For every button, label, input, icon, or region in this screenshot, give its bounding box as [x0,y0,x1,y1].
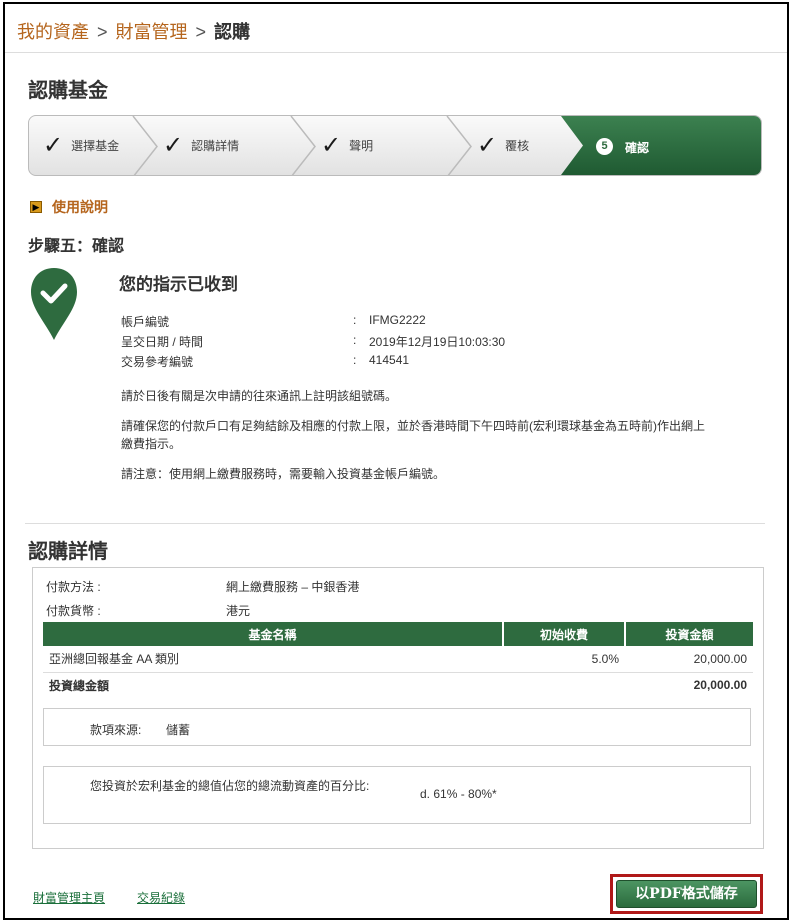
step-declaration: ✓ 聲明 [321,116,373,175]
step-label: 選擇基金 [71,139,120,153]
info-value: 414541 [369,353,410,367]
transaction-history-link[interactable]: 交易紀錄 [137,889,185,906]
chevron-right-icon [446,116,472,175]
step-heading: 步驟五：確認 [28,238,125,255]
step-review: ✓ 覆核 [477,116,529,175]
breadcrumb: 我的資產 > 財富管理 > 認購 [17,18,250,44]
fund-name-cell: 亞洲總回報基金 AA 類別 [43,646,503,673]
payment-method: 付款方法 : 網上繳費服務 – 中銀香港 [46,578,359,595]
info-row-reference: 交易參考編號 : 414541 [121,353,621,373]
step-number: 5 [596,138,613,155]
info-value: 2019年12月19日10:03:30 [369,335,506,349]
payment-currency-label: 付款貨幣 : [46,604,101,618]
note-text: 請於日後有關是次申請的往來通訊上註明該組號碼。 [121,389,398,403]
info-colon: : [353,333,357,347]
step-label: 認購詳情 [191,139,240,153]
arrow-right-icon: ▶ [30,201,42,213]
step-label: 聲明 [349,139,374,153]
total-row: 投資總金額 20,000.00 [43,672,753,698]
step-subscription-details: ✓ 認購詳情 [163,116,239,175]
info-value: IFMG2222 [369,313,426,327]
note-text: 請確保您的付款戶口有足夠結餘及相應的付款上限，並於香港時間下午四時前(宏利環球基… [121,419,705,451]
page-title: 認購基金 [28,80,108,102]
payment-method-label: 付款方法 : [46,580,101,594]
ratio-value: d. 61% - 80%* [420,787,497,801]
page-frame: 我的資產 > 財富管理 > 認購 認購基金 ✓ 選擇基金 ✓ 認購詳情 ✓ 聲明 ✓ 覆… [3,2,789,920]
table-header-row: 基金名稱 初始收費 投資金額 [43,622,753,646]
chevron-right-icon [132,116,158,175]
column-header-fund-name: 基金名稱 [43,622,504,646]
payment-currency: 付款貨幣 : 港元 [46,602,250,619]
fund-table: 基金名稱 初始收費 投資金額 亞洲總回報基金 AA 類別 5.0% 20,000… [43,622,753,698]
chevron-right-icon [290,116,316,175]
step-label: 確認 [625,141,650,155]
step-label: 覆核 [505,139,530,153]
info-key: 交易參考編號 [121,355,194,369]
asset-ratio-box: 您投資於宏利基金的總值佔您的總流動資產的百分比: d. 61% - 80%* [43,766,751,824]
pdf-button-highlight: 以PDF格式儲存 [610,874,763,914]
source-label: 款項來源: [90,723,142,737]
checkmark-icon: ✓ [321,132,342,159]
checkmark-icon: ✓ [43,132,64,159]
breadcrumb-my-assets[interactable]: 我的資產 [17,22,89,42]
save-as-pdf-button[interactable]: 以PDF格式儲存 [616,880,757,908]
step-confirm-active: 5 確認 [561,116,761,175]
column-header-initial-fee: 初始收費 [503,622,626,646]
column-header-amount: 投資金額 [625,622,753,646]
amount-cell: 20,000.00 [625,646,753,673]
source-of-funds-box: 款項來源: 儲蓄 [43,708,751,746]
step-select-fund: ✓ 選擇基金 [43,116,119,175]
notes: 請於日後有關是次申請的往來通訊上註明該組號碼。 請確保您的付款戶口有足夠結餘及相… [121,387,711,495]
help-label: 使用說明 [52,199,108,215]
breadcrumb-separator: > [195,22,207,42]
total-label: 投資總金額 [49,678,110,693]
info-key: 呈交日期 / 時間 [121,335,204,349]
breadcrumb-current: 認購 [214,22,251,42]
info-colon: : [353,313,357,327]
progress-steps: ✓ 選擇基金 ✓ 認購詳情 ✓ 聲明 ✓ 覆核 5 確認 [28,115,762,176]
divider [5,52,787,53]
source-value: 儲蓄 [166,723,191,737]
subscription-details-panel: 付款方法 : 網上繳費服務 – 中銀香港 付款貨幣 : 港元 基金名稱 初始收費… [32,567,764,849]
info-key: 帳戶編號 [121,315,170,329]
payment-method-value: 網上繳費服務 – 中銀香港 [226,580,360,594]
breadcrumb-separator: > [97,22,108,42]
info-colon: : [353,353,357,367]
ratio-label: 您投資於宏利基金的總值佔您的總流動資產的百分比: [90,779,370,793]
confirmation-info: 帳戶編號 : IFMG2222 呈交日期 / 時間 : 2019年12月19日1… [121,313,621,373]
payment-currency-value: 港元 [226,604,251,618]
checkmark-icon: ✓ [163,132,184,159]
divider [25,523,765,524]
initial-fee-cell: 5.0% [503,646,625,673]
empty-cell [503,672,625,698]
section-title: 認購詳情 [28,541,108,563]
breadcrumb-wealth-management[interactable]: 財富管理 [116,22,188,42]
info-row-account: 帳戶編號 : IFMG2222 [121,313,621,333]
received-title: 您的指示已收到 [119,275,238,294]
note-text: 請注意：使用網上繳費服務時，需要輸入投資基金帳戶編號。 [121,467,446,481]
table-row: 亞洲總回報基金 AA 類別 5.0% 20,000.00 [43,646,753,673]
help-link[interactable]: ▶ 使用說明 [30,197,108,217]
info-row-datetime: 呈交日期 / 時間 : 2019年12月19日10:03:30 [121,333,621,353]
wealth-home-link[interactable]: 財富管理主頁 [33,889,105,906]
checkmark-icon: ✓ [477,132,498,159]
total-amount: 20,000.00 [693,678,747,693]
check-pin-icon [31,268,77,340]
